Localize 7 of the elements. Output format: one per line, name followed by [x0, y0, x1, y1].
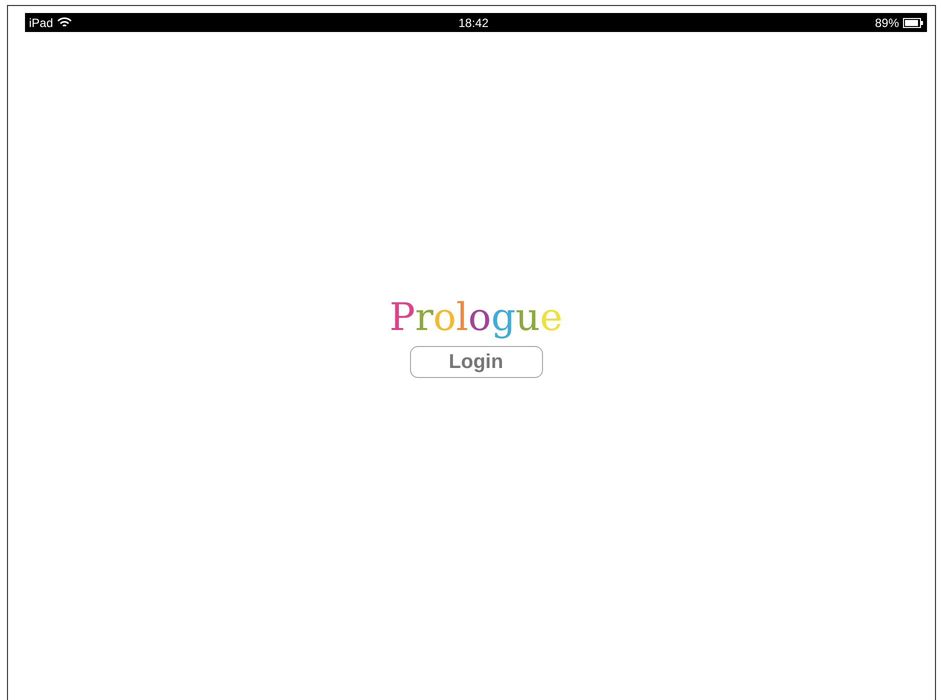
battery-percent: 89% [874, 16, 899, 28]
wifi-icon [57, 17, 72, 28]
login-button[interactable]: Login [410, 346, 542, 378]
app-logo: Prologue [390, 296, 562, 338]
device-name: iPad [29, 16, 54, 28]
battery-icon [903, 18, 923, 28]
clock-time: 18:42 [457, 16, 490, 28]
